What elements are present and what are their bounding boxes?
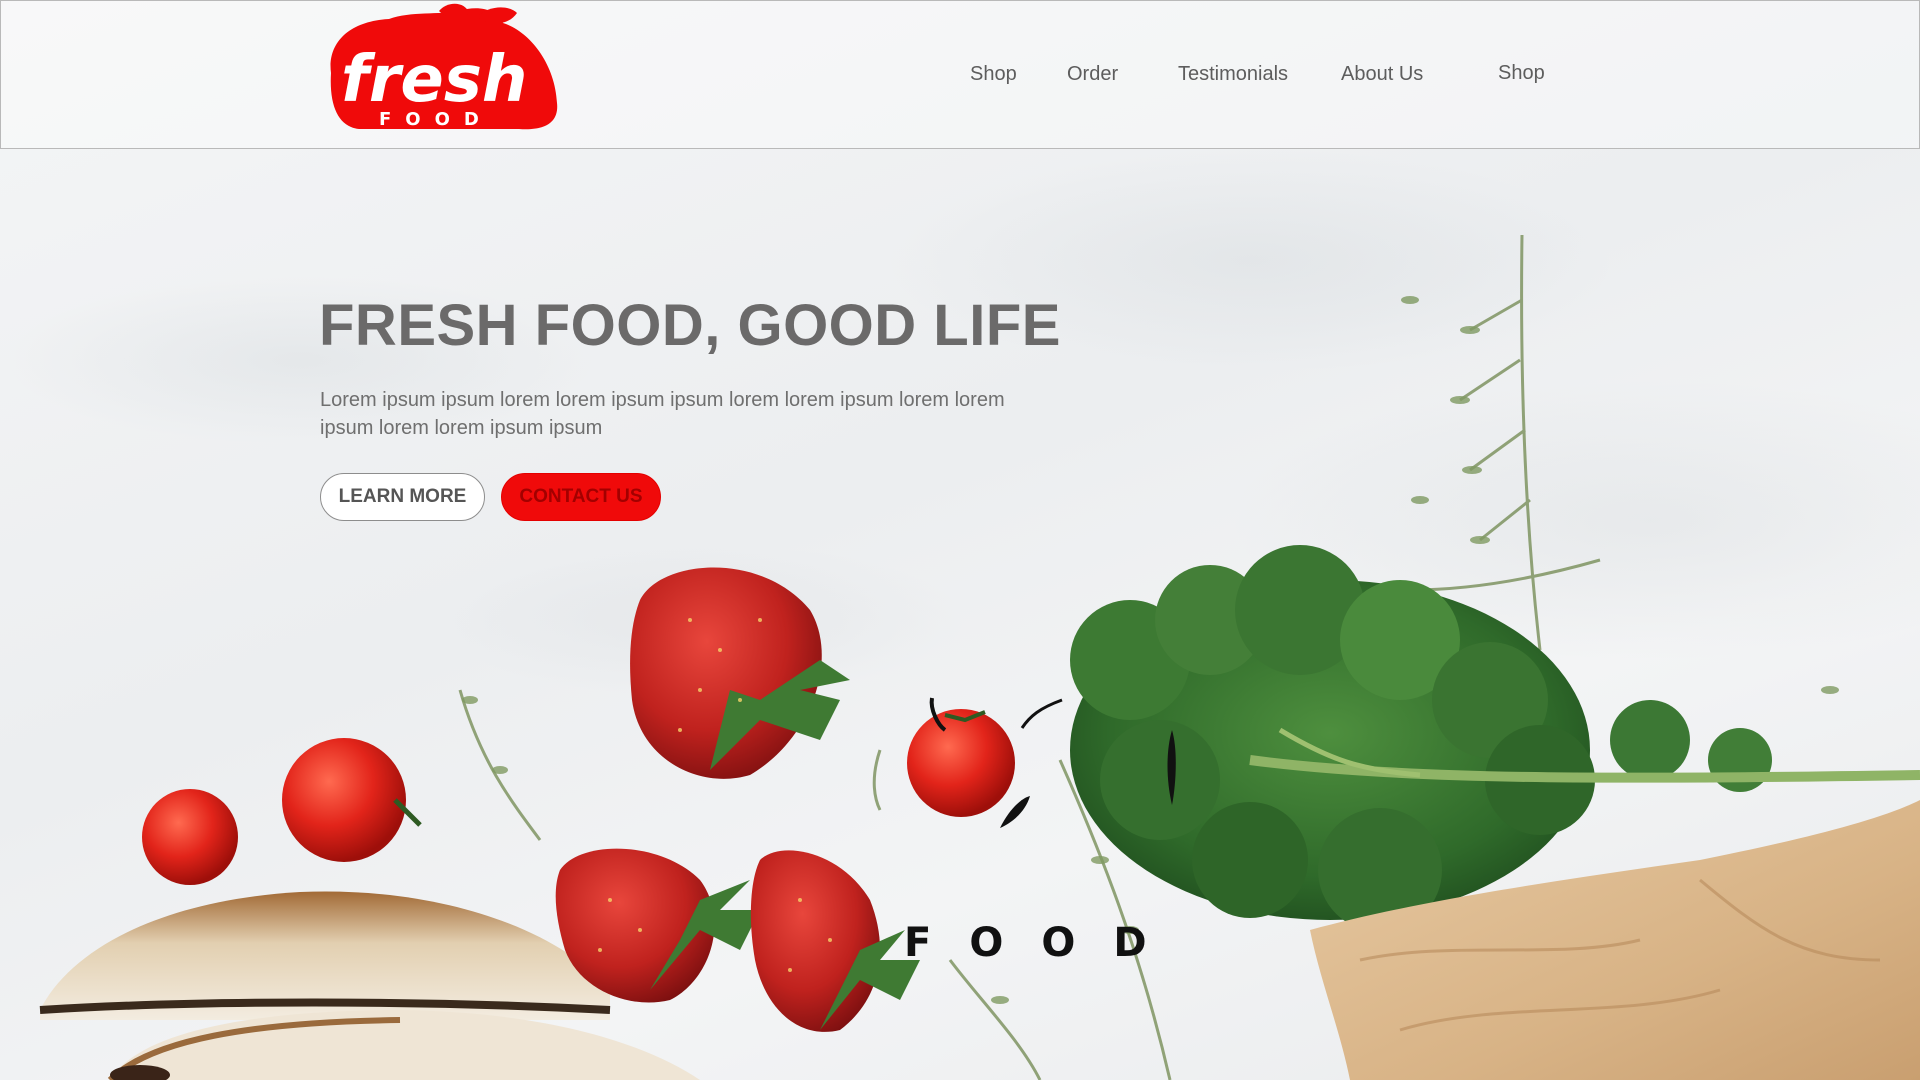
learn-more-label: LEARN MORE [338, 486, 467, 507]
contact-us-label: CONTACT US [519, 486, 643, 507]
logo-wordmark: fresh [341, 43, 527, 117]
nav-order[interactable]: Order [1067, 63, 1118, 86]
nav-shop-secondary[interactable]: Shop [1498, 62, 1545, 85]
hero-title: FRESH FOOD, GOOD LIFE [319, 293, 1061, 358]
logo-subtitle: FOOD [379, 109, 493, 130]
hero-description: Lorem ipsum ipsum lorem lorem ipsum ipsu… [320, 389, 1005, 439]
site-header: fresh FOOD Shop Order Testimonials About… [0, 0, 1920, 149]
nav-shop[interactable]: Shop [970, 63, 1017, 86]
nav-about-us[interactable]: About Us [1341, 63, 1423, 86]
landing-page: FOOD fresh FOOD Shop Order Testimonials … [0, 0, 1920, 1080]
hero-food-image: FOOD [39, 234, 1920, 1080]
overlay-letters: FOOD [904, 920, 1185, 966]
nav-testimonials[interactable]: Testimonials [1178, 63, 1288, 86]
brand-logo[interactable]: fresh FOOD [319, 3, 561, 135]
learn-more-button[interactable]: LEARN MORE [320, 473, 485, 521]
contact-us-button[interactable]: CONTACT US [501, 473, 661, 521]
